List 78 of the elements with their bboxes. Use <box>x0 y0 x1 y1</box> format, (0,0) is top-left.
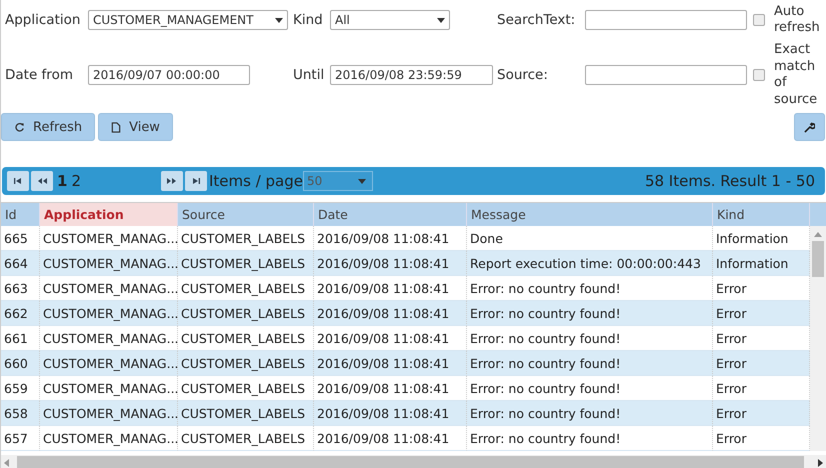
search-field[interactable] <box>585 10 747 30</box>
table-cell: 2016/09/08 11:08:41 <box>314 351 467 376</box>
next-page-button[interactable] <box>160 171 183 191</box>
page-link[interactable]: 1 <box>57 172 68 190</box>
result-summary: 58 Items. Result 1 - 50 <box>644 172 815 190</box>
field-label: Until <box>293 67 326 83</box>
column-header[interactable]: Id <box>1 203 40 226</box>
table-cell: 662 <box>1 301 40 326</box>
last-page-button[interactable] <box>184 171 207 191</box>
field-label: Application <box>5 12 82 28</box>
column-header[interactable]: Message <box>467 203 713 226</box>
right-arrow-icon <box>191 178 200 184</box>
source-field[interactable] <box>585 65 747 85</box>
header-corner <box>810 203 826 226</box>
table-cell: 2016/09/08 11:08:41 <box>314 301 467 326</box>
column-header[interactable]: Kind <box>713 203 810 226</box>
table-cell: 657 <box>1 426 40 451</box>
column-header[interactable]: Source <box>178 203 314 226</box>
checkbox-label: Auto refresh <box>774 4 821 36</box>
table-cell: 658 <box>1 401 40 426</box>
kind-dropdown[interactable]: All <box>330 10 450 30</box>
table-cell: Report execution time: 00:00:00:443 <box>467 251 713 276</box>
table-cell: CUSTOMER_LABELS <box>178 301 314 326</box>
table-cell: CUSTOMER_LABELS <box>178 401 314 426</box>
table-cell: Error <box>713 351 810 376</box>
table-cell: 2016/09/08 11:08:41 <box>314 426 467 451</box>
table-cell: Error: no country found! <box>467 401 713 426</box>
table-cell: CUSTOMER_LABELS <box>178 251 314 276</box>
table-cell: CUSTOMER_MANAG... <box>40 301 178 326</box>
field-label: Date from <box>5 67 74 83</box>
items-per-page-label: Items / page <box>208 172 303 190</box>
table-cell: Error <box>713 401 810 426</box>
right-arrow-icon[interactable] <box>818 458 823 466</box>
checkbox[interactable] <box>753 14 765 26</box>
table-cell: CUSTOMER_MANAG... <box>40 351 178 376</box>
date-field[interactable]: 2016/09/07 00:00:00 <box>88 65 250 85</box>
left-arrow-icon <box>38 178 46 184</box>
refresh-icon <box>14 122 25 132</box>
vertical-scrollbar[interactable] <box>810 226 826 451</box>
table-cell: Error: no country found! <box>467 301 713 326</box>
table-cell: 664 <box>1 251 40 276</box>
settings-button[interactable] <box>794 113 825 141</box>
scroll-thumb[interactable] <box>812 241 824 277</box>
table-cell: CUSTOMER_MANAG... <box>40 401 178 426</box>
table-cell: 2016/09/08 11:08:41 <box>314 251 467 276</box>
table-cell: CUSTOMER_LABELS <box>178 426 314 451</box>
first-page-button[interactable] <box>7 171 29 191</box>
field-label: Kind <box>293 12 324 28</box>
field-label: SearchText: <box>497 12 576 28</box>
previous-page-button[interactable] <box>31 171 53 191</box>
caret-icon <box>275 18 283 22</box>
up-arrow-icon[interactable] <box>814 232 822 237</box>
table-cell: CUSTOMER_LABELS <box>178 351 314 376</box>
caret-icon <box>358 178 366 184</box>
application-dropdown[interactable]: CUSTOMER_MANAGEMENT <box>88 10 288 30</box>
toolbar-button[interactable]: View <box>98 113 173 141</box>
table-cell: 660 <box>1 351 40 376</box>
table-cell: 2016/09/08 11:08:41 <box>314 401 467 426</box>
caret-icon <box>437 18 445 22</box>
table-cell: Error: no country found! <box>467 426 713 451</box>
table-cell: CUSTOMER_MANAG... <box>40 426 178 451</box>
wrench-icon <box>804 122 815 132</box>
left-arrow-icon <box>14 178 22 184</box>
column-header[interactable]: Application <box>40 203 178 226</box>
column-header[interactable]: Date <box>314 203 467 226</box>
table-cell: Error <box>713 301 810 326</box>
left-arrow-icon[interactable] <box>4 458 9 466</box>
table-cell: Information <box>713 251 810 276</box>
field-label: Source: <box>497 67 549 83</box>
date-field[interactable]: 2016/09/08 23:59:59 <box>330 65 493 85</box>
checkbox[interactable] <box>753 69 765 81</box>
table-cell: Error: no country found! <box>467 351 713 376</box>
toolbar-button[interactable]: Refresh <box>1 113 96 141</box>
right-arrow-icon <box>167 178 176 184</box>
page-link[interactable]: 2 <box>71 172 81 190</box>
page-icon <box>111 122 122 132</box>
checkbox-label: Exact match of source <box>774 42 818 108</box>
table-cell: CUSTOMER_MANAG... <box>40 251 178 276</box>
